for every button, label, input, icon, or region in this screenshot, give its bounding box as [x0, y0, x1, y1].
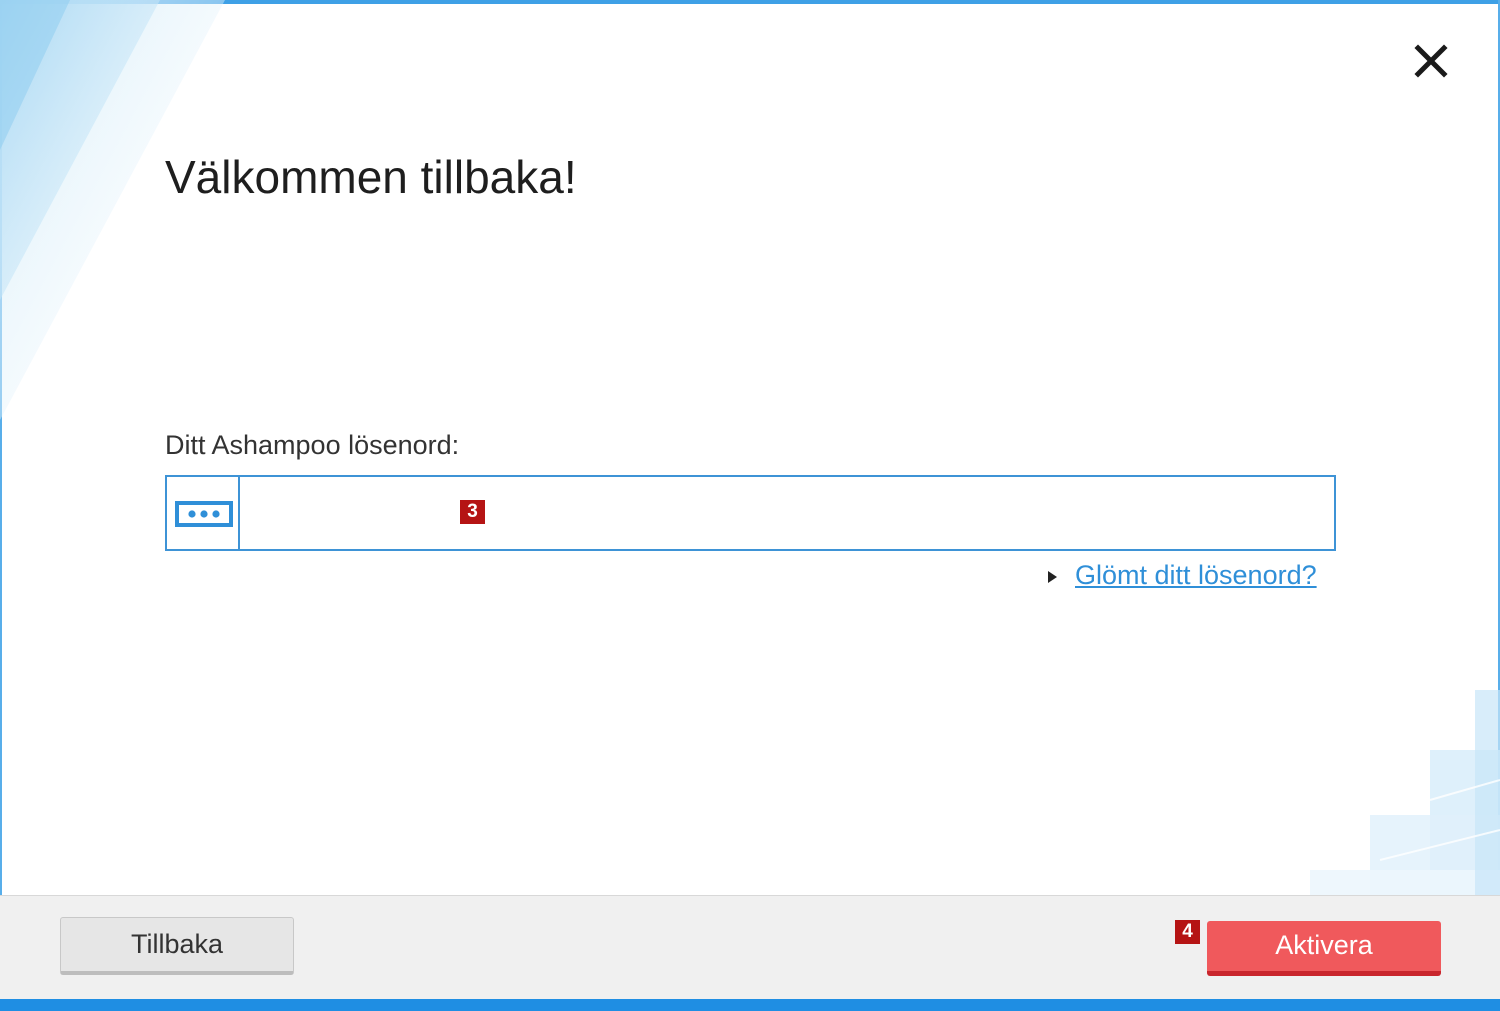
triangle-right-icon	[1048, 570, 1057, 583]
forgot-password-link[interactable]: Glömt ditt lösenord?	[1075, 560, 1317, 590]
decorative-corner-graphic	[0, 0, 225, 420]
activate-button[interactable]: Aktivera	[1207, 921, 1441, 976]
annotation-badge-activate: 4	[1175, 920, 1200, 944]
decorative-corner-graphic-bottom	[1310, 690, 1500, 896]
activation-dialog: Välkommen tillbaka! Ditt Ashampoo löseno…	[0, 0, 1500, 1011]
close-button[interactable]	[1410, 40, 1452, 82]
window-top-border	[0, 0, 1500, 4]
password-field-container[interactable]	[165, 475, 1336, 551]
password-label: Ditt Ashampoo lösenord:	[165, 430, 460, 460]
close-icon	[1414, 44, 1448, 78]
annotation-badge-password: 3	[460, 500, 485, 524]
back-button[interactable]: Tillbaka	[60, 917, 294, 975]
window-bottom-bar	[0, 999, 1500, 1011]
page-title: Välkommen tillbaka!	[165, 151, 577, 203]
forgot-password-row: Glömt ditt lösenord?	[1048, 560, 1317, 591]
password-dots-icon	[175, 501, 233, 527]
password-input[interactable]	[242, 477, 1332, 549]
window-left-border	[0, 0, 2, 1000]
password-icon-cell	[167, 477, 240, 549]
